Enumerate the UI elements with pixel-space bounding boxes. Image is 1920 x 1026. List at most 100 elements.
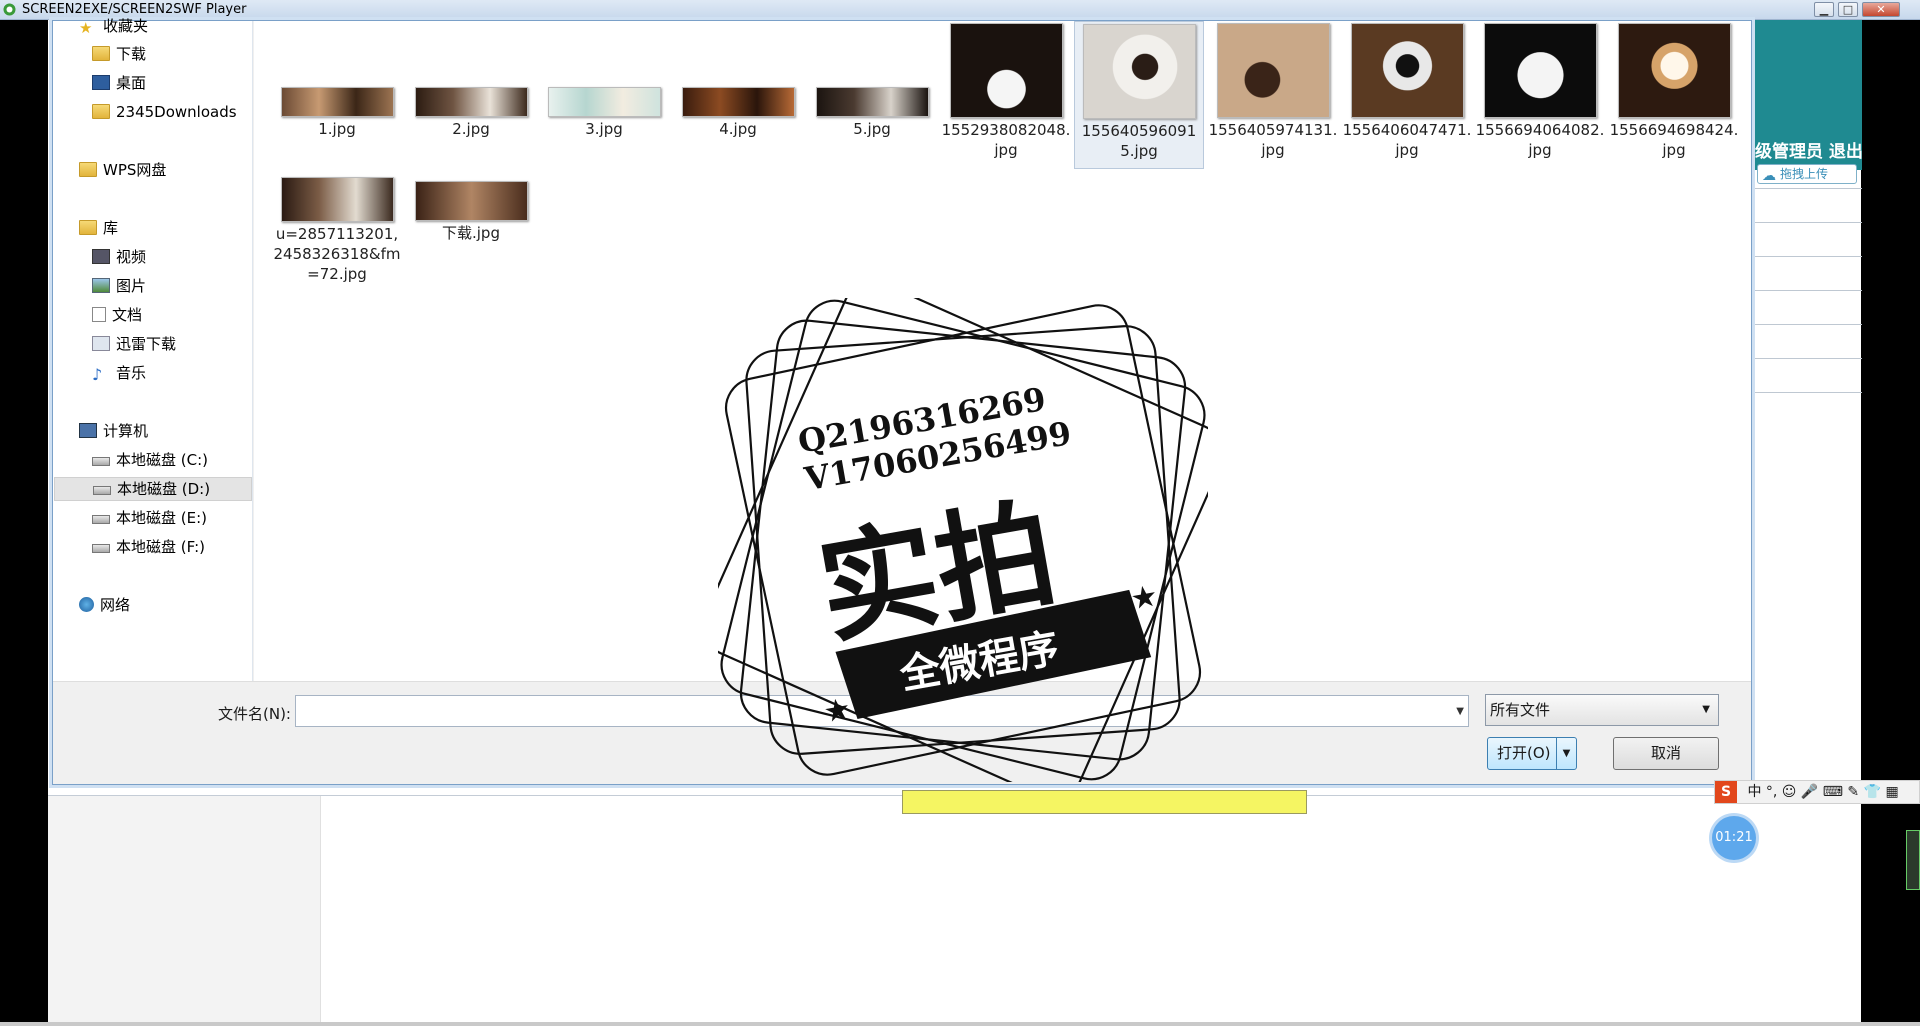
file-thumbnail: [280, 177, 394, 222]
nav-item-desktop[interactable]: 桌面: [92, 72, 146, 96]
window-titlebar: SCREEN2EXE/SCREEN2SWF Player ▁ □ ✕: [0, 0, 1920, 20]
file-item[interactable]: 1556694064082.jpg: [1475, 23, 1605, 160]
file-item[interactable]: u=2857113201,2458326318&fm=72.jpg: [272, 177, 402, 284]
file-name: 1556694064082.jpg: [1475, 121, 1605, 159]
file-item[interactable]: 下载.jpg: [406, 181, 536, 243]
nav-item-computer[interactable]: 计算机: [79, 420, 148, 444]
panel-divider: [1753, 256, 1862, 257]
file-thumbnail: [681, 87, 795, 117]
drive-icon: [92, 515, 110, 524]
music-icon: ♪: [92, 365, 103, 384]
file-thumbnail: [1350, 23, 1464, 118]
folder-icon: [92, 104, 110, 119]
minimize-button[interactable]: ▁: [1814, 2, 1834, 17]
side-widget: [1906, 830, 1920, 890]
file-item[interactable]: 4.jpg: [673, 87, 803, 139]
panel-divider: [1753, 188, 1862, 189]
library-icon: [79, 220, 97, 235]
cloud-icon: ☁: [1762, 168, 1776, 184]
nav-item-documents[interactable]: 文档: [92, 304, 142, 328]
panel-divider: [1753, 290, 1862, 291]
folder-icon: [79, 162, 97, 177]
file-thumbnail: [414, 181, 528, 221]
cancel-button[interactable]: 取消: [1613, 737, 1719, 770]
highlight-bar: [902, 790, 1307, 814]
filetype-select[interactable]: 所有文件 ▼: [1485, 694, 1719, 726]
file-name: 下载.jpg: [442, 224, 500, 242]
panel-divider: [1753, 324, 1862, 325]
filetype-value: 所有文件: [1490, 701, 1551, 719]
file-thumbnail: [1082, 24, 1196, 119]
nav-item-2345downloads[interactable]: 2345Downloads: [92, 101, 237, 125]
chevron-down-icon: ▼: [1702, 704, 1710, 715]
file-item[interactable]: 3.jpg: [539, 87, 669, 139]
admin-header: [1753, 20, 1862, 152]
nav-item-library[interactable]: 库: [79, 217, 118, 241]
file-item[interactable]: 1.jpg: [272, 87, 402, 139]
panel-divider: [1753, 392, 1862, 393]
picture-icon: [92, 278, 110, 293]
ime-status-icons: 中 °, ☺ 🎤 ⌨ ✎ 👕 ▦: [1747, 784, 1899, 800]
app-bottom-area: [48, 795, 1861, 1023]
open-dropdown-icon[interactable]: ▼: [1556, 738, 1576, 769]
chevron-down-icon[interactable]: ▼: [1456, 706, 1464, 717]
file-item[interactable]: 1552938082048.jpg: [941, 23, 1071, 160]
file-thumbnail: [1483, 23, 1597, 118]
drag-upload-label: 拖拽上传: [1780, 167, 1829, 181]
file-item[interactable]: 1556406047471.jpg: [1342, 23, 1472, 160]
file-name: u=2857113201,2458326318&fm=72.jpg: [273, 225, 401, 283]
nav-item-xunlei[interactable]: 迅雷下载: [92, 333, 176, 357]
file-name: 1556405960915.jpg: [1081, 122, 1197, 160]
app-left-column: [48, 796, 321, 1023]
file-item[interactable]: 5.jpg: [807, 87, 937, 139]
file-thumbnail: [547, 87, 661, 117]
nav-item-wps[interactable]: WPS网盘: [79, 159, 166, 183]
nav-item-drive-e[interactable]: 本地磁盘 (E:): [92, 507, 207, 531]
file-thumbnail: [1617, 23, 1731, 118]
file-item-selected[interactable]: 1556405960915.jpg: [1074, 21, 1204, 169]
file-item[interactable]: 1556405974131.jpg: [1208, 23, 1338, 160]
download-icon: [92, 336, 110, 351]
nav-item-downloads[interactable]: 下载: [92, 43, 146, 67]
star-icon: ★: [79, 19, 93, 37]
file-thumbnail: [949, 23, 1063, 118]
file-thumbnail: [280, 87, 394, 117]
drive-icon: [93, 486, 111, 495]
nav-item-videos[interactable]: 视频: [92, 246, 146, 270]
document-icon: [92, 307, 106, 322]
file-thumbnail: [414, 87, 528, 117]
nav-item-pictures[interactable]: 图片: [92, 275, 146, 299]
ime-toolbar[interactable]: S 中 °, ☺ 🎤 ⌨ ✎ 👕 ▦: [1714, 780, 1920, 804]
maximize-button[interactable]: □: [1838, 2, 1858, 17]
file-thumbnail: [815, 87, 929, 117]
file-item[interactable]: 1556694698424.jpg: [1609, 23, 1739, 160]
close-button[interactable]: ✕: [1862, 2, 1900, 17]
drive-icon: [92, 544, 110, 553]
nav-item-drive-f[interactable]: 本地磁盘 (F:): [92, 536, 205, 560]
nav-item-drive-d[interactable]: 本地磁盘 (D:): [54, 477, 252, 501]
panel-divider: [1753, 358, 1862, 359]
file-name: 3.jpg: [585, 120, 623, 138]
nav-item-network[interactable]: 网络: [79, 594, 130, 618]
computer-icon: [79, 423, 97, 438]
panel-divider: [1753, 222, 1862, 223]
drag-upload-button[interactable]: ☁ 拖拽上传: [1757, 164, 1857, 184]
file-name: 1556406047471.jpg: [1342, 121, 1472, 159]
file-item[interactable]: 2.jpg: [406, 87, 536, 139]
file-name: 2.jpg: [452, 120, 490, 138]
file-name: 5.jpg: [853, 120, 891, 138]
nav-item-drive-c[interactable]: 本地磁盘 (C:): [92, 449, 208, 473]
screen-bottom-edge: [0, 1022, 1920, 1026]
file-name: 1552938082048.jpg: [941, 121, 1071, 159]
file-name: 4.jpg: [719, 120, 757, 138]
right-admin-panel: 级管理员 退出 ☁ 拖拽上传: [1752, 20, 1862, 800]
file-name: 1556694698424.jpg: [1609, 121, 1739, 159]
navigation-pane: ★ 收藏夹 下载 桌面 2345Downloads WPS网盘 库 视频 图片 文…: [53, 17, 253, 681]
watermark-stamp: Q2196316269 V17060256499 实拍 全微程序 ★ ★: [718, 298, 1208, 782]
nav-item-music[interactable]: ♪ 音乐: [92, 362, 146, 386]
file-name: 1556405974131.jpg: [1208, 121, 1338, 159]
open-button[interactable]: 打开(O) ▼: [1487, 737, 1577, 770]
file-name: 1.jpg: [318, 120, 356, 138]
network-icon: [79, 597, 94, 612]
nav-item-favorites[interactable]: ★ 收藏夹: [79, 15, 148, 39]
